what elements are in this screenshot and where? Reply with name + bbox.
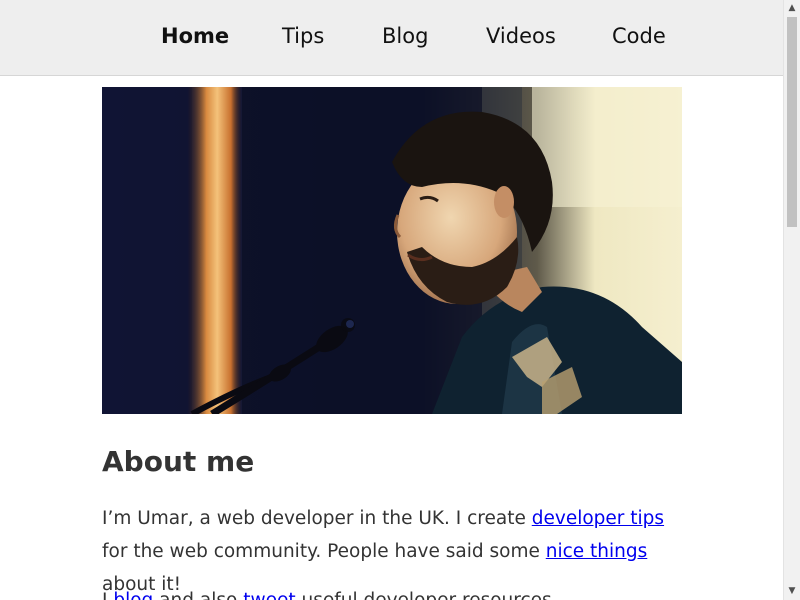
p1-text-2: for the web community. People have said … xyxy=(102,541,546,562)
scroll-up-arrow-icon[interactable]: ▲ xyxy=(784,0,800,17)
top-navigation: Home Tips Blog Videos Code xyxy=(0,0,783,76)
vertical-scrollbar[interactable]: ▲ ▼ xyxy=(783,0,800,600)
p2-text-1: I xyxy=(102,590,113,600)
about-paragraph-2: I blog and also tweet useful developer r… xyxy=(102,584,692,600)
nav-code[interactable]: Code xyxy=(612,22,666,50)
blog-link[interactable]: blog xyxy=(113,590,153,600)
developer-tips-link[interactable]: developer tips xyxy=(532,508,664,529)
p2-text-3: useful developer resources. xyxy=(296,590,557,600)
browser-viewport: Home Tips Blog Videos Code About me I’m … xyxy=(0,0,800,600)
scrollbar-thumb[interactable] xyxy=(787,17,797,227)
hero-photo xyxy=(102,87,682,414)
p2-text-2: and also xyxy=(153,590,243,600)
nav-home[interactable]: Home xyxy=(161,22,229,50)
about-heading: About me xyxy=(102,445,255,478)
nav-videos[interactable]: Videos xyxy=(486,22,556,50)
page: Home Tips Blog Videos Code About me I’m … xyxy=(0,0,783,600)
nav-tips[interactable]: Tips xyxy=(282,22,324,50)
nav-blog[interactable]: Blog xyxy=(382,22,428,50)
tweet-link[interactable]: tweet xyxy=(243,590,295,600)
p1-text-1: I’m Umar, a web developer in the UK. I c… xyxy=(102,508,532,529)
scroll-down-arrow-icon[interactable]: ▼ xyxy=(784,583,800,600)
portrait-photo-icon xyxy=(102,87,682,414)
nice-things-link[interactable]: nice things xyxy=(546,541,648,562)
